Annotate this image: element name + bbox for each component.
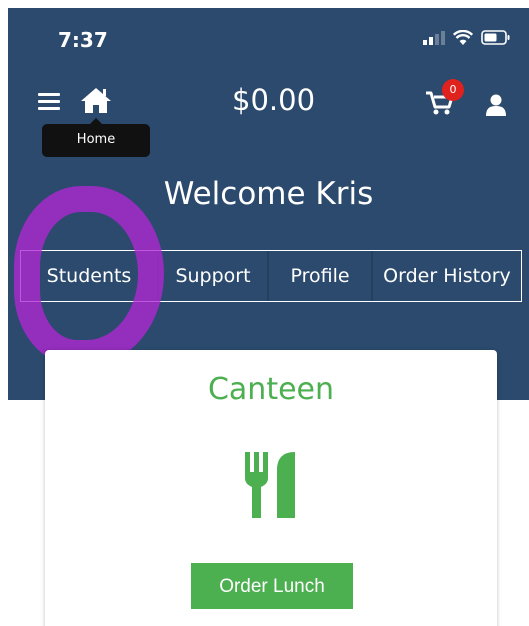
home-tooltip: Home [42,118,150,157]
cutlery-icon [245,452,295,518]
tab-support[interactable]: Support [157,251,267,301]
canteen-card: Canteen Order Lunch [45,350,497,626]
status-icons [423,30,511,45]
tab-order-history[interactable]: Order History [371,251,521,301]
account-balance: $0.00 [232,83,316,117]
status-time: 7:37 [58,28,108,52]
cart-count-badge: 0 [442,79,464,101]
wifi-icon [453,30,473,45]
tab-profile[interactable]: Profile [267,251,371,301]
home-tooltip-text: Home [76,132,116,147]
card-title: Canteen [207,372,335,407]
app-screen: 7:37 Home $0.00 0 Welcome Kris Students … [8,8,529,626]
menu-icon[interactable] [38,93,60,111]
battery-icon [481,30,510,45]
cellular-signal-icon [423,30,445,45]
order-lunch-button[interactable]: Order Lunch [191,563,353,609]
home-icon[interactable] [80,86,112,114]
user-icon[interactable] [486,94,506,116]
